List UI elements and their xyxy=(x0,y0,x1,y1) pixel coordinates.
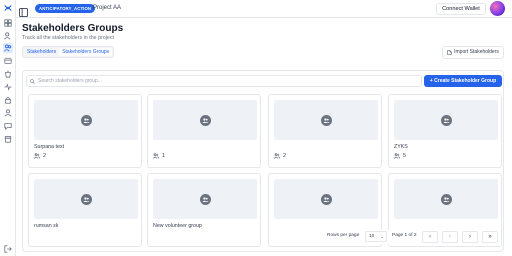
search-icon xyxy=(30,78,35,84)
group-card[interactable]: Surpana test 2 xyxy=(28,94,142,168)
wallet-icon[interactable] xyxy=(3,56,13,66)
member-count-value: 2 xyxy=(283,153,286,159)
activity-icon[interactable] xyxy=(3,82,13,92)
group-card[interactable]: ZYKS 5 xyxy=(388,94,502,168)
first-page-button[interactable]: « xyxy=(422,231,438,243)
search-bar xyxy=(26,75,422,87)
import-stakeholders-button[interactable]: Import Stakeholders xyxy=(442,46,504,59)
group-icon xyxy=(80,193,92,205)
group-icon xyxy=(199,193,211,205)
group-icon xyxy=(320,114,332,126)
import-label: Import Stakeholders xyxy=(454,49,499,55)
lock-icon[interactable] xyxy=(3,95,13,105)
page-subtitle: Track all the stakeholders in the projec… xyxy=(22,35,114,41)
pagination: Rows per page 10 ⌄ Page 1 of 2 « ‹ › » xyxy=(300,230,500,244)
rows-per-page-value: 10 xyxy=(369,234,375,239)
trash-icon[interactable] xyxy=(3,69,13,79)
search-input[interactable] xyxy=(38,78,418,84)
tab-stakeholders-groups[interactable]: Stakeholders Groups xyxy=(59,48,113,56)
group-name: New volunteer group xyxy=(153,223,202,229)
page-title: Stakeholders Groups xyxy=(22,23,124,34)
dashboard-icon[interactable] xyxy=(3,18,13,28)
group-card[interactable]: New volunteer group xyxy=(147,173,261,247)
members-icon xyxy=(274,153,280,159)
tab-list: Stakeholders Stakeholders Groups xyxy=(22,46,115,58)
archive-icon[interactable] xyxy=(3,134,13,144)
group-card[interactable]: 2 xyxy=(268,94,382,168)
member-count-value: 1 xyxy=(162,153,165,159)
members-icon xyxy=(394,153,400,159)
create-stakeholder-group-button[interactable]: + Create Stakeholder Group xyxy=(424,75,502,87)
topbar: ANTICIPATORY_ACTION Project AA Connect W… xyxy=(16,0,512,18)
previous-page-button[interactable]: ‹ xyxy=(442,231,458,243)
group-icon xyxy=(440,193,452,205)
last-page-button[interactable]: » xyxy=(482,231,498,243)
rows-per-page-select[interactable]: 10 ⌄ xyxy=(365,231,387,242)
members-icon xyxy=(34,153,40,159)
group-member-count: 2 xyxy=(34,153,46,159)
beneficiaries-icon[interactable] xyxy=(3,31,13,41)
rows-per-page-label: Rows per page xyxy=(327,233,360,238)
group-icon xyxy=(320,193,332,205)
project-type-badge: ANTICIPATORY_ACTION xyxy=(35,4,96,13)
chevron-down-icon: ⌄ xyxy=(380,234,384,239)
member-count-value: 5 xyxy=(403,153,406,159)
group-member-count: 5 xyxy=(394,153,406,159)
group-thumbnail xyxy=(274,100,378,140)
import-icon xyxy=(447,50,452,55)
connect-wallet-button[interactable]: Connect Wallet xyxy=(436,3,486,15)
communication-icon[interactable] xyxy=(3,121,13,131)
group-thumbnail xyxy=(394,179,498,219)
stakeholders-icon[interactable] xyxy=(3,43,13,53)
group-thumbnail xyxy=(394,100,498,140)
logo-icon[interactable] xyxy=(3,3,13,13)
logout-icon[interactable] xyxy=(3,244,13,254)
group-thumbnail xyxy=(153,100,257,140)
group-thumbnail xyxy=(34,100,138,140)
group-member-count: 1 xyxy=(153,153,165,159)
sidebar-toggle-icon[interactable] xyxy=(19,4,28,17)
group-card[interactable]: 1 xyxy=(147,94,261,168)
users-icon[interactable] xyxy=(3,108,13,118)
members-icon xyxy=(153,153,159,159)
sidebar xyxy=(0,0,16,256)
group-thumbnail xyxy=(274,179,378,219)
group-card[interactable]: rumsan sk xyxy=(28,173,142,247)
group-thumbnail xyxy=(34,179,138,219)
group-name: rumsan sk xyxy=(34,223,59,229)
project-name: Project AA xyxy=(93,5,122,11)
group-thumbnail xyxy=(153,179,257,219)
group-icon xyxy=(440,114,452,126)
next-page-button[interactable]: › xyxy=(462,231,478,243)
group-icon xyxy=(199,114,211,126)
member-count-value: 2 xyxy=(43,153,46,159)
group-member-count: 2 xyxy=(274,153,286,159)
group-name: Surpana test xyxy=(34,144,65,150)
group-name: ZYKS xyxy=(394,144,408,150)
group-icon xyxy=(80,114,92,126)
tab-stakeholders[interactable]: Stakeholders xyxy=(24,48,59,56)
avatar[interactable] xyxy=(490,1,505,16)
page-indicator: Page 1 of 2 xyxy=(392,233,417,238)
